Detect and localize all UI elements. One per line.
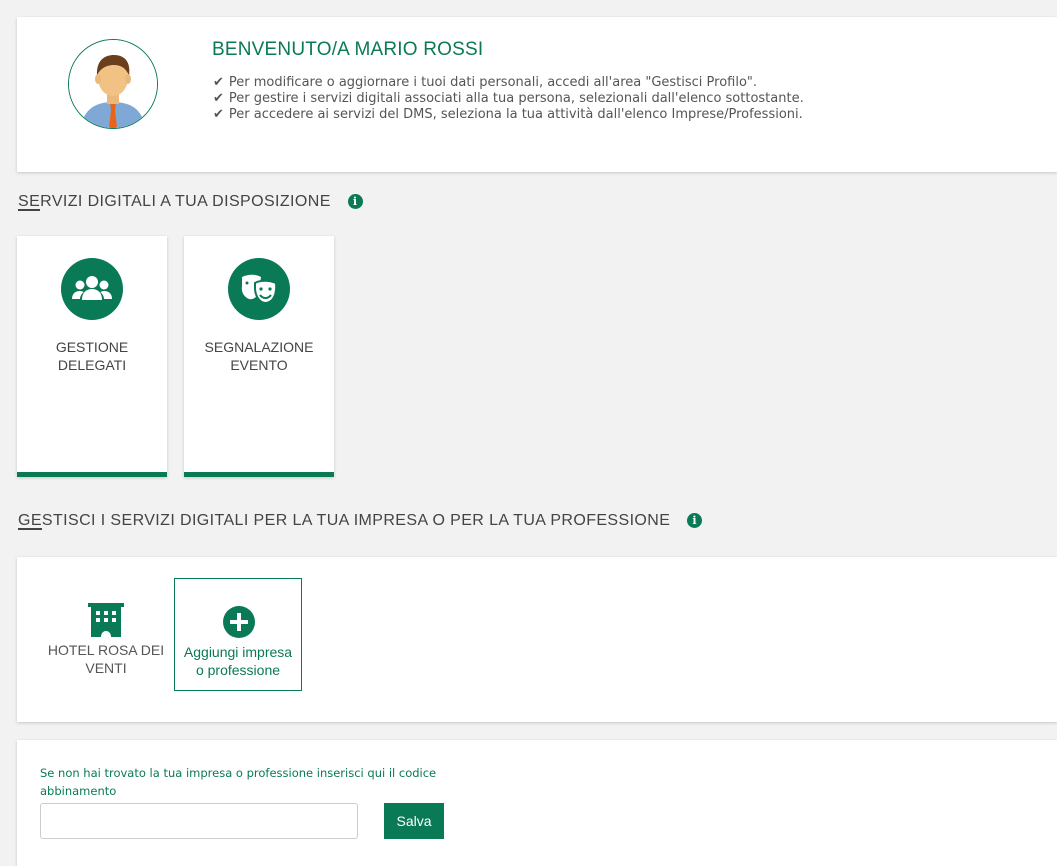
impresa-section-title: GESTISCI I SERVIZI DIGITALI PER LA TUA I… (18, 512, 703, 530)
tile-label: GESTIONE DELEGATI (55, 339, 129, 373)
impresa-card: HOTEL ROSA DEI VENTI Aggiungi impresa o … (17, 557, 1057, 722)
abbinamento-label: Se non hai trovato la tua impresa o prof… (40, 766, 437, 798)
check-icon: ✔ (213, 107, 224, 122)
welcome-card: BENVENUTO/A MARIO ROSSI ✔ Per modificare … (17, 17, 1057, 172)
user-avatar-icon (69, 40, 157, 128)
check-icon: ✔ (213, 91, 224, 106)
info-icon[interactable]: i (687, 513, 703, 528)
welcome-instructions: ✔ Per modificare o aggiornare i tuoi dati… (213, 75, 804, 123)
save-button[interactable]: Salva (384, 803, 444, 839)
plus-circle-icon (223, 606, 255, 638)
impresa-hotel-rosa-dei-venti[interactable]: HOTEL ROSA DEI VENTI (41, 579, 171, 691)
codice-abbinamento-input[interactable] (40, 803, 358, 839)
add-impresa-button[interactable]: Aggiungi impresa o professione (174, 578, 302, 691)
add-impresa-label: Aggiungi impresa o professione (183, 644, 293, 678)
info-icon[interactable]: i (347, 194, 363, 209)
building-icon (88, 603, 124, 637)
instruction-item: ✔ Per modificare o aggiornare i tuoi dati… (213, 75, 758, 90)
theater-masks-icon (228, 258, 290, 320)
instruction-item: ✔ Per accedere ai servizi del DMS, selezi… (213, 107, 803, 122)
instruction-item: ✔ Per gestire i servizi digitali associat… (213, 91, 804, 106)
impresa-label: HOTEL ROSA DEI VENTI (47, 642, 165, 676)
tile-label: SEGNALAZIONE EVENTO (204, 339, 314, 373)
servizi-section-title: SERVIZI DIGITALI A TUA DISPOSIZIONE i (18, 193, 363, 211)
tile-segnalazione-evento[interactable]: SEGNALAZIONE EVENTO (184, 236, 334, 477)
tile-gestione-delegati[interactable]: GESTIONE DELEGATI (17, 236, 167, 477)
users-icon (61, 258, 123, 320)
check-icon: ✔ (213, 75, 224, 90)
avatar (68, 39, 158, 129)
welcome-title: BENVENUTO/A MARIO ROSSI (212, 39, 484, 60)
abbinamento-card: Se non hai trovato la tua impresa o prof… (17, 740, 1057, 866)
